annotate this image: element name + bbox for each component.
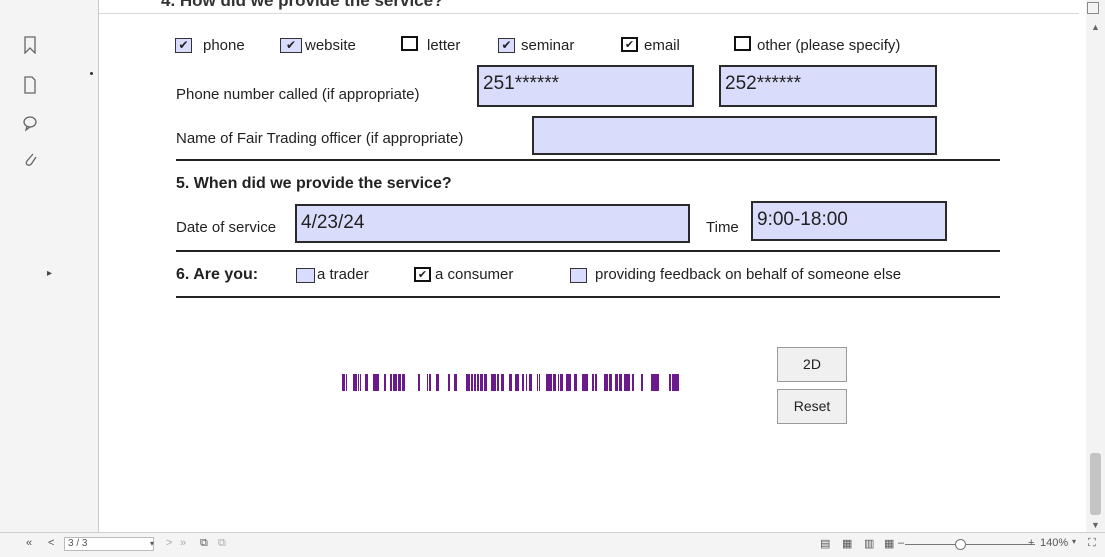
zoom-in-button[interactable]: + [1028, 537, 1034, 549]
website-checkbox-label: website [305, 37, 356, 54]
panel-dot [90, 72, 93, 75]
comment-icon[interactable] [22, 114, 38, 132]
consumer-checkbox[interactable]: ✔ [414, 267, 431, 282]
trader-checkbox-label: a trader [317, 266, 369, 283]
phone-checkbox-label: phone [203, 37, 245, 54]
page-number-input[interactable]: 3 / 3 [64, 537, 154, 551]
zoom-dropdown-icon[interactable]: ▾ [1072, 537, 1076, 546]
2d-button[interactable]: 2D [777, 347, 847, 382]
zoom-slider[interactable] [905, 544, 1035, 545]
officer-name-label: Name of Fair Trading officer (if appropr… [176, 130, 464, 147]
first-page-button[interactable]: « [26, 537, 32, 549]
reset-button[interactable]: Reset [777, 389, 847, 424]
officer-name-field[interactable] [532, 116, 937, 155]
pdf417-barcode [342, 374, 679, 391]
other-checkbox[interactable] [734, 36, 751, 51]
phone-checkbox[interactable]: ✔ [175, 38, 192, 53]
other-checkbox-label: other (please specify) [757, 37, 901, 54]
section6-title: 6. Are you: [176, 266, 259, 283]
status-bar: « < 3 / 3 ▾ > » ⧉ ⧉ ▤ ▦ ▥ ▦ – + 140% ▾ ⛶ [0, 532, 1105, 557]
grid-view-icon[interactable]: ▦ [884, 537, 894, 550]
panel-toggle-icon[interactable] [1087, 2, 1099, 14]
page-dropdown-icon[interactable]: ▾ [150, 539, 154, 548]
paste-page-icon[interactable]: ⧉ [218, 537, 226, 550]
scrollbar-thumb[interactable] [1090, 453, 1101, 515]
copy-page-icon[interactable]: ⧉ [200, 537, 208, 550]
seminar-checkbox-label: seminar [521, 37, 575, 54]
section5-title: 5. When did we provide the service? [176, 175, 452, 192]
single-page-view-icon[interactable]: ▤ [820, 537, 830, 550]
scroll-up-arrow-icon[interactable]: ▲ [1091, 22, 1100, 32]
seminar-checkbox[interactable]: ✔ [498, 38, 515, 53]
date-of-service-label: Date of service [176, 219, 277, 236]
previous-page-button[interactable]: < [48, 537, 54, 549]
last-page-button[interactable]: » [180, 537, 186, 549]
letter-checkbox-label: letter [427, 37, 461, 54]
bookmark-icon[interactable] [22, 36, 38, 55]
divider-line [176, 159, 1000, 161]
scroll-down-arrow-icon[interactable]: ▼ [1091, 520, 1100, 530]
facing-view-icon[interactable]: ▥ [864, 537, 874, 550]
left-toolbar [0, 0, 52, 532]
zoom-level[interactable]: 140% [1040, 537, 1068, 549]
next-page-button[interactable]: > [166, 537, 172, 549]
feedback-on-behalf-checkbox[interactable] [570, 268, 587, 283]
divider-line [176, 296, 1000, 298]
date-of-service-field[interactable]: 4/23/24 [295, 204, 690, 243]
continuous-view-icon[interactable]: ▦ [842, 537, 852, 550]
letter-checkbox[interactable] [401, 36, 418, 51]
zoom-slider-knob[interactable] [955, 539, 966, 550]
zoom-out-button[interactable]: – [898, 537, 904, 549]
navigation-panel [52, 0, 99, 532]
divider-line [176, 250, 1000, 252]
consumer-checkbox-label: a consumer [435, 266, 514, 283]
phone-number-field-1[interactable]: 251****** [477, 65, 694, 107]
email-checkbox[interactable]: ✔ [621, 37, 638, 52]
email-checkbox-label: email [644, 37, 680, 54]
time-label: Time [706, 219, 739, 236]
section4-title: 4. How did we provide the service? [161, 0, 444, 10]
page-top-edge: 4. How did we provide the service? [99, 0, 1079, 14]
expand-panel-icon[interactable]: ▸ [47, 268, 52, 279]
attachment-icon[interactable] [22, 150, 38, 168]
pages-icon[interactable] [22, 76, 38, 94]
document-page: 4. How did we provide the service? ✔ pho… [99, 0, 1079, 532]
fullscreen-icon[interactable]: ⛶ [1088, 537, 1096, 550]
phone-number-field-2[interactable]: 252****** [719, 65, 937, 107]
phone-number-label: Phone number called (if appropriate) [176, 86, 420, 103]
website-checkbox[interactable]: ✔ [280, 38, 302, 53]
time-field[interactable]: 9:00-18:00 [751, 201, 947, 241]
feedback-on-behalf-checkbox-label: providing feedback on behalf of someone … [595, 266, 902, 283]
trader-checkbox[interactable] [296, 268, 315, 283]
